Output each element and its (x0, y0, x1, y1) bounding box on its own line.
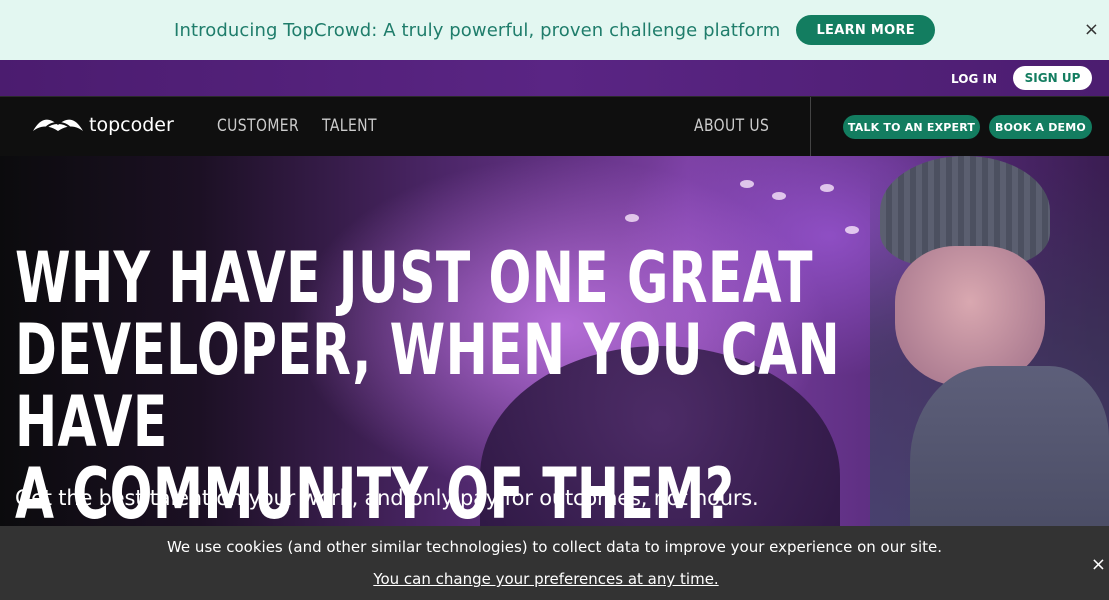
announcement-bar: Introducing TopCrowd: A truly powerful, … (0, 0, 1109, 60)
close-icon[interactable]: × (1084, 20, 1099, 40)
hero-headline-line: DEVELOPER, WHEN YOU CAN HAVE (15, 309, 841, 463)
cookie-message: We use cookies (and other similar techno… (166, 538, 943, 556)
nav-divider (810, 97, 811, 157)
topcoder-logo[interactable]: topcoder (31, 114, 174, 136)
learn-more-button[interactable]: LEARN MORE (796, 15, 935, 45)
hero-headline-line: WHY HAVE JUST ONE GREAT (15, 237, 813, 319)
hero-subheadline: Get the best talent on your work, and on… (15, 486, 759, 510)
login-link[interactable]: LOG IN (951, 72, 997, 86)
book-demo-button[interactable]: BOOK A DEMO (989, 115, 1092, 139)
logo-text: topcoder (89, 114, 174, 136)
talk-to-expert-button[interactable]: TALK TO AN EXPERT (843, 115, 980, 139)
close-icon[interactable]: × (1091, 554, 1106, 575)
nav-link-about-us[interactable]: ABOUT US (694, 116, 769, 136)
announcement-text: Introducing TopCrowd: A truly powerful, … (174, 19, 781, 41)
cookie-preferences-link[interactable]: You can change your preferences at any t… (0, 570, 1092, 588)
account-bar: LOG IN SIGN UP (0, 60, 1109, 96)
cookie-banner: We use cookies (and other similar techno… (0, 526, 1109, 600)
nav-link-talent[interactable]: TALENT (322, 116, 377, 136)
nav-link-customer[interactable]: CUSTOMER (217, 116, 299, 136)
topcoder-wave-icon (33, 119, 83, 131)
signup-button[interactable]: SIGN UP (1013, 66, 1092, 90)
main-nav: topcoder CUSTOMER TALENT ABOUT US TALK T… (0, 96, 1109, 157)
